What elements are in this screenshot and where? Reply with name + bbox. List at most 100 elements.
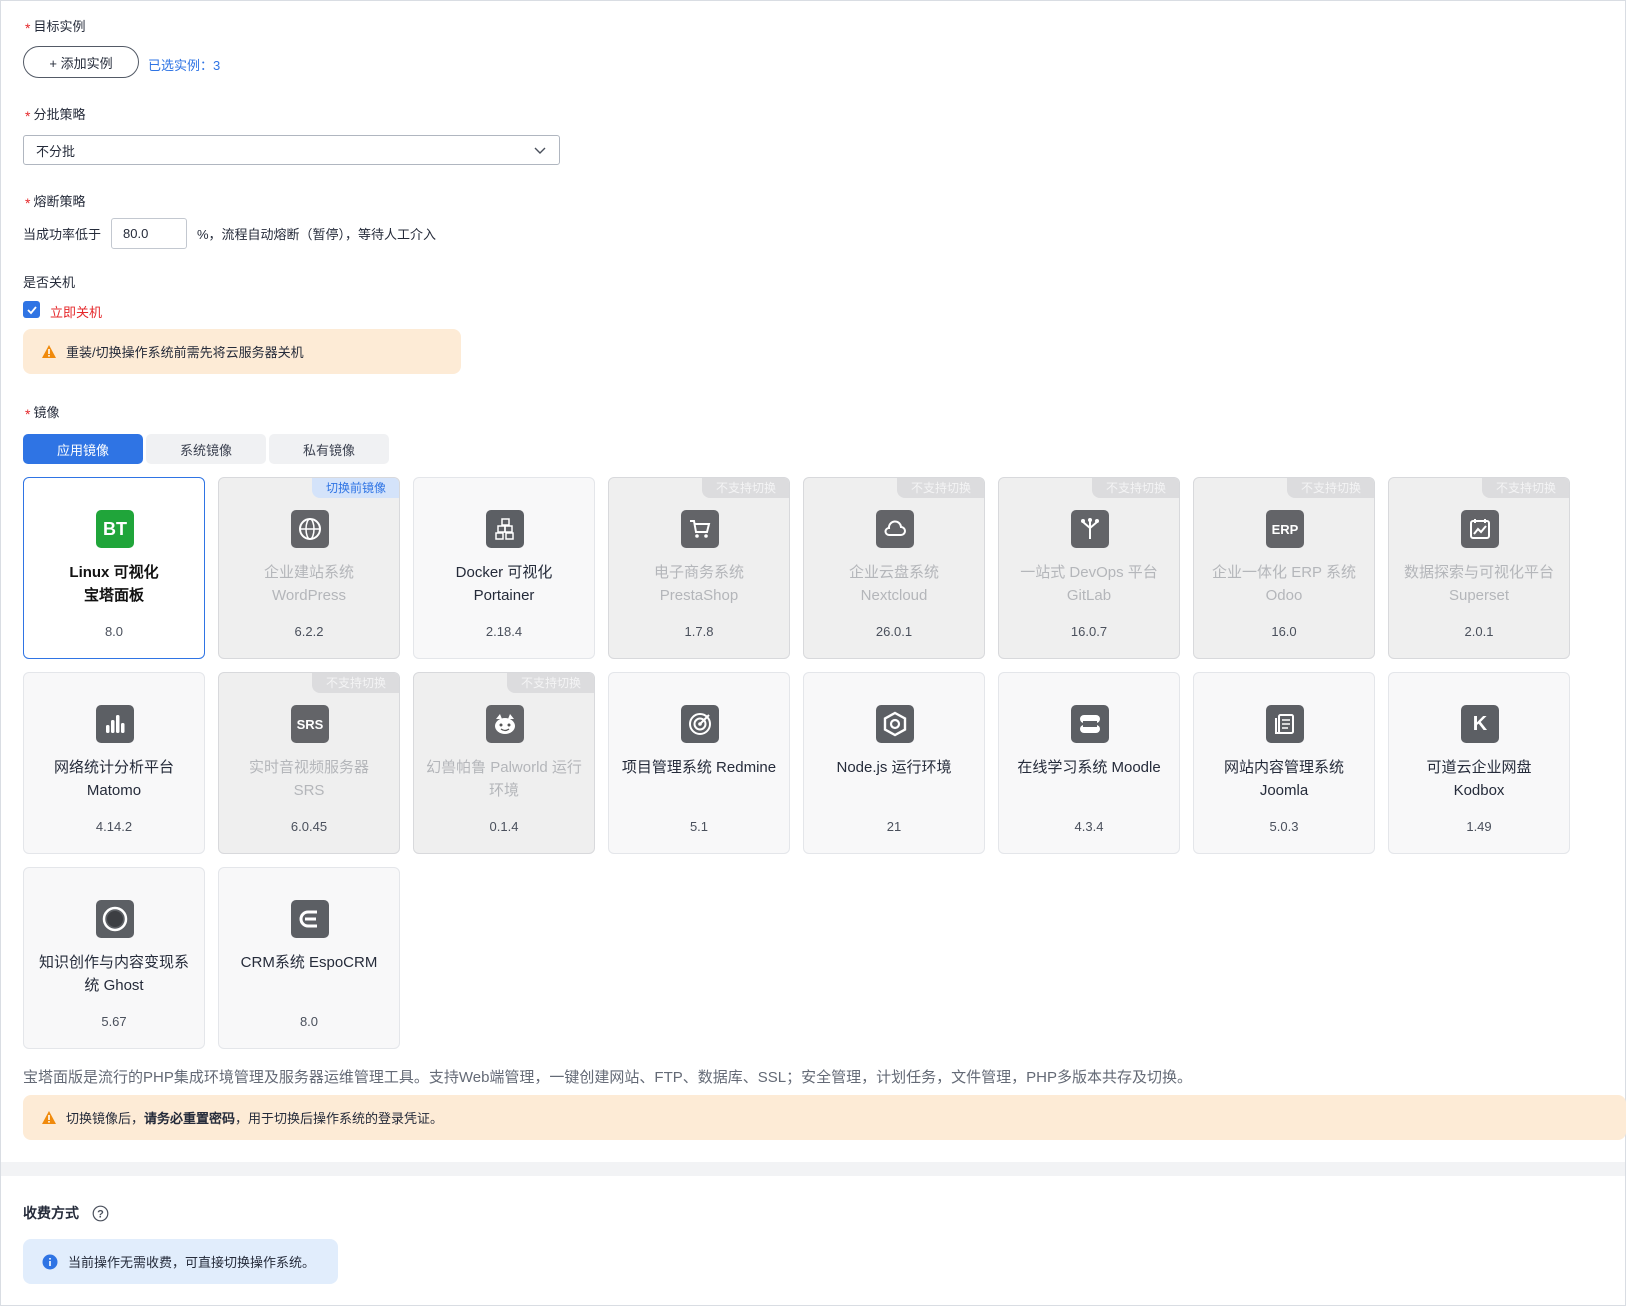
moodle-icon [1071, 705, 1109, 743]
tab-system-image[interactable]: 系统镜像 [146, 434, 266, 464]
image-card-name-line: Joomla [1259, 782, 1309, 799]
image-card-name-line: Portainer [473, 587, 535, 604]
image-card[interactable]: 不支持切换 SRS 实时音视频服务器 SRS 6.0.45 [218, 672, 400, 854]
tab-private-image[interactable]: 私有镜像 [269, 434, 389, 464]
image-card-name: 网络统计分析平台 Matomo [28, 756, 200, 802]
image-card-version: 8.0 [299, 1014, 319, 1029]
image-card-version: 1.7.8 [684, 624, 714, 639]
image-card-version: 6.0.45 [290, 819, 328, 834]
image-card-name-line: Docker 可视化 [455, 564, 553, 581]
espocrm-icon [291, 900, 329, 938]
image-card-name: 数据探索与可视化平台 Superset [1393, 561, 1565, 607]
image-card[interactable]: Docker 可视化 Portainer 2.18.4 [413, 477, 595, 659]
image-card-name-line: 幻兽帕鲁 Palworld 运行 [426, 759, 582, 776]
image-card[interactable]: K 可道云企业网盘 Kodbox 1.49 [1388, 672, 1570, 854]
cloud-icon [876, 510, 914, 548]
image-card[interactable]: 项目管理系统 Redmine 5.1 [608, 672, 790, 854]
selected-instances-link[interactable]: 已选实例：3 [148, 55, 220, 74]
image-description: 宝塔面版是流行的PHP集成环境管理及服务器运维管理工具。支持Web端管理，一键创… [23, 1069, 1192, 1086]
hexagon-icon [876, 705, 914, 743]
image-tabs: 应用镜像 系统镜像 私有镜像 [23, 434, 389, 464]
image-card-name-line: Superset [1448, 587, 1510, 604]
ghost-icon [96, 900, 134, 938]
image-card-name-line: 企业云盘系统 [848, 564, 939, 581]
image-card-name-line: 可道云企业网盘 [1426, 759, 1532, 776]
tab-app-image[interactable]: 应用镜像 [23, 434, 143, 464]
image-card[interactable]: BT Linux 可视化 宝塔面板 8.0 [23, 477, 205, 659]
image-card-tag: 不支持切换 [1481, 478, 1569, 498]
image-card[interactable]: 网站内容管理系统 Joomla 5.0.3 [1193, 672, 1375, 854]
image-card-tag: 不支持切换 [1091, 478, 1179, 498]
help-icon[interactable]: ? [92, 1205, 109, 1222]
image-card-version: 1.49 [1466, 819, 1492, 834]
image-card-tag: 不支持切换 [506, 673, 594, 693]
bt-icon: BT [96, 510, 134, 548]
image-card-name-line: 在线学习系统 Moodle [1017, 759, 1161, 776]
image-card[interactable]: 不支持切换 数据探索与可视化平台 Superset 2.0.1 [1388, 477, 1570, 659]
image-card-name: 项目管理系统 Redmine [613, 756, 785, 779]
image-card-name-line: Kodbox [1453, 782, 1505, 799]
image-card[interactable]: 不支持切换幻兽帕鲁 Palworld 运行 环境 0.1.4 [413, 672, 595, 854]
image-card[interactable]: 不支持切换 ERP 企业一体化 ERP 系统 Odoo 16.0 [1193, 477, 1375, 659]
image-card-name-line: Odoo [1265, 587, 1303, 604]
image-card-name-line: PrestaShop [659, 587, 739, 604]
shutdown-checkbox[interactable] [23, 301, 40, 318]
image-card-name: 实时音视频服务器 SRS [223, 756, 395, 802]
image-card-name-line: 知识创作与内容变现系 [38, 954, 189, 971]
batch-strategy-label: * 分批策略 [25, 107, 86, 124]
check-icon [26, 305, 37, 314]
image-card[interactable]: CRM系统 EspoCRM 8.0 [218, 867, 400, 1049]
image-card[interactable]: 切换前镜像 企业建站系统 WordPress 6.2.2 [218, 477, 400, 659]
add-instance-button[interactable]: + 添加实例 [23, 46, 139, 78]
image-card-version: 8.0 [104, 624, 124, 639]
shutdown-warning: 重装/切换操作系统前需先将云服务器关机 [23, 329, 461, 374]
image-card-name: 在线学习系统 Moodle [1003, 756, 1175, 779]
fuse-prefix: 当成功率低于 [23, 227, 102, 242]
image-card[interactable]: 不支持切换 一站式 DevOps 平台 GitLab 16.0.7 [998, 477, 1180, 659]
image-card-name: 可道云企业网盘 Kodbox [1393, 756, 1565, 802]
image-card-tag: 不支持切换 [896, 478, 984, 498]
fork-icon [1071, 510, 1109, 548]
fuse-strategy-label: * 熔断策略 [25, 194, 86, 211]
batch-strategy-select[interactable]: 不分批 [23, 135, 560, 165]
globe-icon [291, 510, 329, 548]
palworld-icon [486, 705, 524, 743]
image-card-name-line: 实时音视频服务器 [248, 759, 369, 776]
image-card-version: 5.67 [101, 1014, 127, 1029]
image-card[interactable]: Node.js 运行环境 21 [803, 672, 985, 854]
chart-calendar-icon [1461, 510, 1499, 548]
image-card-name: 知识创作与内容变现系统 Ghost [28, 951, 200, 997]
image-card[interactable]: 在线学习系统 Moodle 4.3.4 [998, 672, 1180, 854]
image-card-name-line: Node.js 运行环境 [836, 759, 952, 776]
image-label: * 镜像 [25, 405, 60, 422]
image-card[interactable]: 不支持切换 电子商务系统 PrestaShop 1.7.8 [608, 477, 790, 659]
erp-icon: ERP [1266, 510, 1304, 548]
image-card-name: Docker 可视化 Portainer [418, 561, 590, 607]
success-rate-input[interactable]: 80.0 [111, 218, 187, 249]
image-card[interactable]: 知识创作与内容变现系统 Ghost 5.67 [23, 867, 205, 1049]
kodbox-icon: K [1461, 705, 1499, 743]
image-card-name-line: WordPress [272, 587, 346, 604]
image-card-name: Linux 可视化 宝塔面板 [28, 561, 200, 607]
image-card-version: 5.0.3 [1269, 819, 1299, 834]
image-card-version: 6.2.2 [294, 624, 324, 639]
image-card-name-line: 宝塔面板 [83, 587, 144, 604]
image-card-version: 0.1.4 [489, 819, 519, 834]
srs-icon: SRS [291, 705, 329, 743]
billing-info: 当前操作无需收费，可直接切换操作系统。 [23, 1239, 338, 1284]
image-card-name-line: 项目管理系统 Redmine [621, 759, 777, 776]
info-icon [42, 1254, 58, 1269]
image-card-name: 幻兽帕鲁 Palworld 运行 环境 [418, 756, 590, 802]
image-card-name-line: 企业建站系统 [263, 564, 354, 581]
section-divider [1, 1162, 1625, 1176]
image-card[interactable]: 不支持切换 企业云盘系统 Nextcloud 26.0.1 [803, 477, 985, 659]
batch-strategy-value: 不分批 [36, 143, 76, 159]
image-card[interactable]: 网络统计分析平台 Matomo 4.14.2 [23, 672, 205, 854]
billing-title: 收费方式 ? [23, 1203, 109, 1223]
image-card-name: 一站式 DevOps 平台 GitLab [1003, 561, 1175, 607]
image-card-name: 网站内容管理系统 Joomla [1198, 756, 1370, 802]
chevron-down-icon [534, 147, 546, 154]
shutdown-checkbox-label[interactable]: 立即关机 [50, 302, 102, 321]
warning-icon [42, 345, 56, 358]
image-card-name: Node.js 运行环境 [808, 756, 980, 779]
